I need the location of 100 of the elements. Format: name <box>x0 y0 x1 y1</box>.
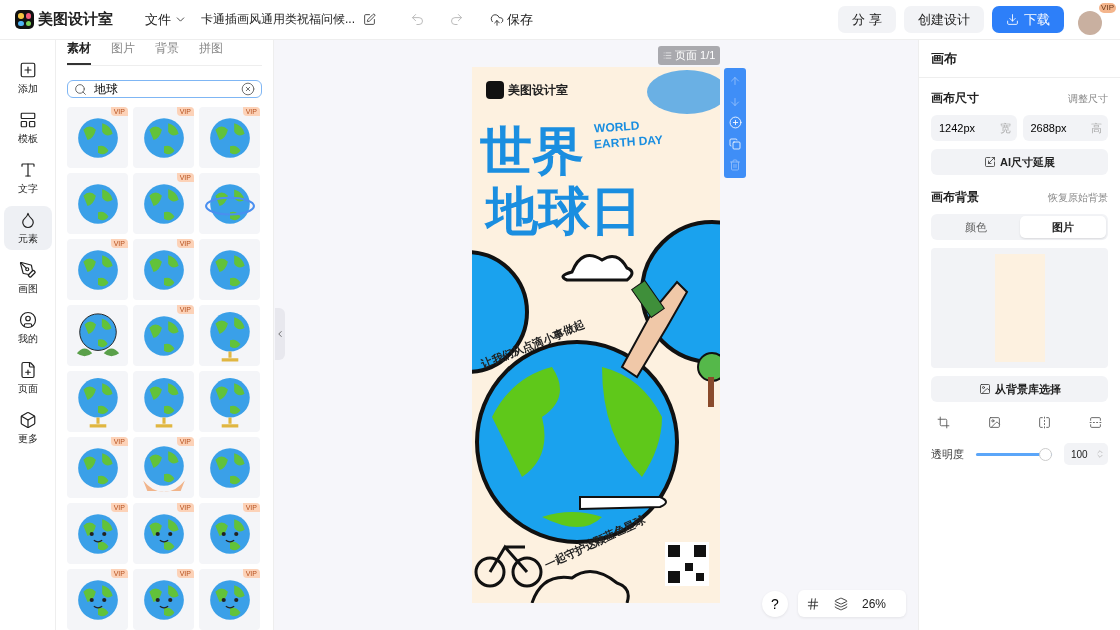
element-thumbnail[interactable] <box>199 371 260 432</box>
sidebar-item[interactable]: 页面 <box>3 356 52 400</box>
ai-extend-button[interactable]: AI尺寸延展 <box>931 149 1108 175</box>
unit-label: 宽 <box>999 120 1011 136</box>
avatar[interactable] <box>1078 10 1102 35</box>
edit-icon <box>363 13 376 26</box>
segment-tab[interactable]: 颜色 <box>933 216 1020 238</box>
panel-tab[interactable]: 图片 <box>111 40 135 65</box>
pattern-button[interactable] <box>987 416 1001 429</box>
undo-button[interactable] <box>410 12 425 27</box>
layers-icon <box>834 596 848 611</box>
copy-icon <box>729 138 741 151</box>
sidebar-item[interactable]: 更多 <box>3 406 52 450</box>
grid-button[interactable] <box>806 596 820 611</box>
image-icon <box>987 416 1001 429</box>
element-thumbnail[interactable] <box>199 239 260 300</box>
hash-icon <box>806 596 820 611</box>
sidebar-item[interactable]: 模板 <box>3 106 52 150</box>
clear-icon <box>241 82 255 96</box>
redo-button[interactable] <box>449 12 464 27</box>
layers-button[interactable] <box>834 596 848 611</box>
sidebar-item[interactable]: 添加 <box>3 56 52 100</box>
help-button[interactable]: ? <box>762 591 788 617</box>
sidebar-item[interactable]: 我的 <box>3 306 52 350</box>
rename-button[interactable] <box>363 13 376 26</box>
panel-title: 画布 <box>931 49 957 68</box>
move-down-button[interactable] <box>729 95 741 108</box>
cloud-icon <box>490 12 504 27</box>
plus-circle-icon <box>728 116 742 130</box>
redo-icon <box>449 12 464 27</box>
plus-square-icon <box>18 60 37 79</box>
header-button[interactable]: 创建设计 <box>904 6 984 33</box>
save-button[interactable]: 保存 <box>484 10 539 29</box>
section-label: 画布背景 <box>931 189 979 206</box>
chevron-left-icon <box>275 329 285 339</box>
duplicate-button[interactable] <box>729 138 741 151</box>
move-up-button[interactable] <box>729 75 741 88</box>
sidebar-item[interactable]: 文字 <box>3 156 52 200</box>
download-icon <box>1006 13 1019 26</box>
arrow-up-icon <box>729 75 741 88</box>
logo-icon <box>15 10 34 29</box>
restore-link[interactable]: 恢复原始背景 <box>1048 190 1108 205</box>
add-page-button[interactable] <box>728 116 742 130</box>
stepper-icon <box>1095 449 1105 459</box>
flip-vertical-button[interactable] <box>1088 416 1102 429</box>
page-add-icon <box>18 360 37 379</box>
flip-vertical-icon <box>1088 416 1102 429</box>
element-thumbnail[interactable] <box>199 173 260 234</box>
search-icon <box>74 82 87 96</box>
opacity-label: 透明度 <box>931 446 964 462</box>
panel-tab[interactable]: 素材 <box>67 40 91 65</box>
header-button[interactable]: 分 享 <box>838 6 896 33</box>
arrow-down-icon <box>729 95 741 108</box>
library-button[interactable]: 从背景库选择 <box>931 376 1108 402</box>
collapse-button[interactable] <box>275 308 285 360</box>
panel-tab[interactable]: 拼图 <box>199 40 223 65</box>
app-name: 美图设计室 <box>38 10 113 29</box>
section-label: 画布尺寸 <box>931 90 979 107</box>
list-icon <box>663 51 672 60</box>
poster-subtitle: EARTH DAY <box>593 133 664 151</box>
file-menu[interactable]: 文件 <box>139 10 193 29</box>
unit-label: 高 <box>1091 120 1102 136</box>
poster-brand: 美图设计室 <box>508 84 568 96</box>
cube-icon <box>18 410 37 429</box>
crop-button[interactable] <box>937 416 950 429</box>
poster-slogan: 让我们从点滴小事做起 <box>479 318 587 371</box>
search-input[interactable]: 地球 <box>92 81 236 97</box>
resize-icon <box>984 156 996 168</box>
slider-thumb[interactable] <box>1039 447 1052 461</box>
vip-badge: VIP <box>1099 2 1116 13</box>
layout-icon <box>18 110 37 129</box>
height-field[interactable]: 2688px 高 <box>1022 115 1108 141</box>
sidebar-item[interactable]: 画图 <box>3 256 52 300</box>
document-title: 卡通插画风通用类祝福问候... <box>201 11 355 28</box>
element-thumbnail[interactable] <box>67 371 128 432</box>
user-icon <box>18 310 37 329</box>
element-thumbnail[interactable] <box>199 437 260 498</box>
delete-button[interactable] <box>729 158 741 171</box>
height-input[interactable]: 2688px <box>1028 121 1085 135</box>
flip-horizontal-button[interactable] <box>1038 416 1052 429</box>
trash-icon <box>729 158 741 171</box>
width-input[interactable]: 1242px <box>937 121 993 135</box>
element-thumbnail[interactable] <box>67 305 128 366</box>
image-icon <box>978 383 991 395</box>
element-thumbnail[interactable] <box>133 371 194 432</box>
width-field[interactable]: 1242px 宽 <box>931 115 1017 141</box>
flip-horizontal-icon <box>1038 416 1052 429</box>
panel-tab[interactable]: 背景 <box>155 40 179 65</box>
opacity-slider[interactable] <box>976 447 1052 461</box>
resize-link[interactable]: 调整尺寸 <box>1068 91 1108 106</box>
poster-title: 世界 <box>480 125 584 177</box>
element-thumbnail[interactable] <box>199 305 260 366</box>
search-box[interactable]: 地球 <box>67 80 262 98</box>
download-button[interactable]: 下载 <box>992 6 1064 33</box>
opacity-field[interactable]: 100 <box>1064 443 1108 465</box>
element-thumbnail[interactable] <box>67 173 128 234</box>
sidebar-item[interactable]: 元素 <box>3 206 52 250</box>
zoom-level[interactable]: 26% <box>862 596 887 611</box>
segment-tab[interactable]: 图片 <box>1019 216 1106 238</box>
pen-icon <box>18 260 37 279</box>
